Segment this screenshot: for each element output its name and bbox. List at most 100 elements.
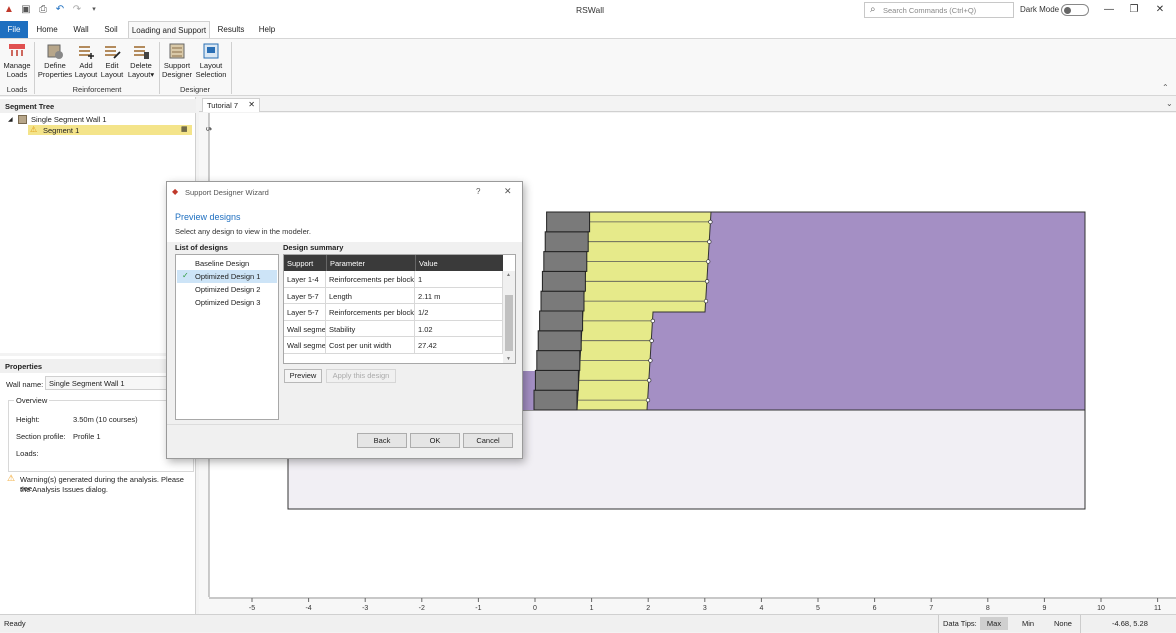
tab-loading-and-support[interactable]: Loading and Support: [128, 21, 210, 38]
x-tick-label: 7: [929, 605, 933, 612]
preview-designs-subheading: Select any design to view in the modeler…: [175, 227, 311, 236]
dialog-help-button[interactable]: ?: [476, 187, 480, 196]
undo-icon[interactable]: ↶: [54, 4, 66, 16]
maximize-icon[interactable]: ❐: [1122, 2, 1146, 18]
scroll-down-icon[interactable]: ▼: [506, 356, 511, 362]
collapse-ribbon-icon[interactable]: ⌃: [1162, 83, 1169, 92]
preview-button[interactable]: Preview: [284, 369, 322, 383]
delete-layout-button[interactable]: Delete Layout▾: [126, 42, 156, 79]
x-tick-label: -4: [305, 605, 311, 612]
tab-list-dropdown-icon[interactable]: ⌄: [1166, 99, 1173, 108]
dialog-app-icon: ◆: [172, 187, 179, 196]
layout-selection-icon: [203, 43, 219, 59]
scroll-up-icon[interactable]: ▲: [506, 272, 511, 278]
design-item-baseline[interactable]: Baseline Design: [177, 257, 277, 270]
close-tab-icon[interactable]: ✕: [248, 100, 255, 109]
height-value: 3.50m (10 courses): [73, 415, 138, 424]
apply-design-button[interactable]: Apply this design: [326, 369, 396, 383]
x-tick-label: 6: [873, 605, 877, 612]
x-tick-label: 8: [986, 605, 990, 612]
wall-block[interactable]: [544, 231, 589, 253]
cancel-button[interactable]: Cancel: [463, 433, 513, 448]
tab-file[interactable]: File: [0, 21, 28, 38]
tab-soil[interactable]: Soil: [98, 21, 124, 38]
support-designer-button[interactable]: Support Designer: [162, 42, 192, 79]
reinforcement-end-point[interactable]: [648, 358, 653, 363]
segment-tree-title: Segment Tree: [0, 99, 196, 113]
delete-layout-dropdown-icon[interactable]: ▾: [150, 70, 154, 79]
tree-segment-item[interactable]: Segment 1: [43, 126, 79, 135]
data-tips-none-button[interactable]: None: [1054, 619, 1072, 628]
table-vertical-scrollbar[interactable]: ▲ ▼: [503, 271, 515, 363]
table-cell: Reinforcements per block: [326, 304, 415, 321]
tab-results[interactable]: Results: [214, 21, 248, 38]
design-item-optimized-2[interactable]: Optimized Design 2: [177, 283, 277, 296]
document-tab[interactable]: Tutorial 7 ✕: [202, 98, 260, 112]
layout-selection-button[interactable]: Layout Selection: [194, 42, 228, 79]
redo-icon[interactable]: ↷: [71, 4, 83, 16]
cursor-coordinates: -4.68, 5.28: [1112, 619, 1148, 628]
tab-wall[interactable]: Wall: [66, 21, 96, 38]
manage-loads-icon: [9, 44, 25, 56]
section-profile-label: Section profile:: [16, 432, 66, 441]
reinforcement-end-point[interactable]: [708, 219, 713, 225]
wall-block[interactable]: [534, 369, 579, 391]
edit-layout-button[interactable]: Edit Layout: [100, 42, 124, 79]
wall-block[interactable]: [541, 270, 586, 292]
ribbon: Manage Loads Loads Define Properties Add…: [0, 38, 1176, 96]
table-cell: Reinforcements per block: [326, 271, 415, 288]
back-button[interactable]: Back: [357, 433, 407, 448]
close-window-icon[interactable]: ✕: [1148, 2, 1172, 18]
search-commands-input[interactable]: ⌕ Search Commands (Ctrl+Q): [864, 2, 1014, 18]
wall-block[interactable]: [536, 350, 581, 371]
scrollbar-thumb[interactable]: [505, 295, 513, 351]
wall-block[interactable]: [540, 290, 585, 312]
support-designer-label-2: Designer: [162, 69, 193, 79]
design-list[interactable]: Baseline Design ✓ Optimized Design 1 Opt…: [175, 254, 279, 420]
design-item-optimized-1[interactable]: ✓ Optimized Design 1: [177, 270, 277, 283]
x-tick-label: 5: [816, 605, 820, 612]
ribbon-separator: [231, 42, 232, 94]
reinforcement-end-point[interactable]: [650, 318, 655, 324]
manage-loads-button[interactable]: Manage Loads: [3, 42, 31, 79]
wall-block[interactable]: [539, 310, 584, 332]
ok-button[interactable]: OK: [410, 433, 460, 448]
design-item-optimized-3[interactable]: Optimized Design 3: [177, 296, 277, 309]
loads-label: Loads:: [16, 449, 39, 458]
data-tips-min-button[interactable]: Min: [1022, 619, 1034, 628]
status-bar: Ready Data Tips: Max Min None -4.68, 5.2…: [0, 614, 1176, 633]
reinforcement-end-point[interactable]: [704, 279, 710, 284]
reinforcement-end-point[interactable]: [703, 298, 709, 304]
reinforcement-end-point[interactable]: [706, 259, 711, 264]
column-header-parameter: Parameter: [326, 255, 415, 271]
column-header-support: Support: [284, 255, 326, 271]
wall-block[interactable]: [543, 251, 588, 272]
dialog-close-icon[interactable]: ✕: [504, 186, 512, 197]
quick-access-dropdown-icon[interactable]: ▾: [88, 4, 100, 16]
reinforcement-end-point[interactable]: [707, 239, 712, 244]
reinforcement-end-point[interactable]: [647, 378, 652, 383]
tree-expand-icon[interactable]: ◢: [8, 116, 13, 123]
preview-designs-heading: Preview designs: [175, 212, 241, 222]
segment-status-icon: ▦: [181, 126, 188, 133]
dark-mode-toggle[interactable]: [1061, 4, 1089, 16]
design-summary-table[interactable]: Support Parameter Value Layer 1-4 Reinfor…: [283, 254, 516, 364]
wall-block[interactable]: [546, 211, 591, 233]
add-layout-button[interactable]: Add Layout: [74, 42, 98, 79]
tab-home[interactable]: Home: [32, 21, 62, 38]
dark-mode-label: Dark Mode: [1020, 5, 1060, 14]
data-tips-max-button[interactable]: Max: [980, 617, 1008, 630]
reinforcement-end-point[interactable]: [649, 338, 654, 343]
support-designer-icon: [169, 43, 185, 59]
data-tips-label: Data Tips:: [943, 619, 977, 628]
wall-block[interactable]: [533, 389, 578, 411]
tab-help[interactable]: Help: [253, 21, 281, 38]
save-icon[interactable]: ▣: [20, 4, 32, 16]
tree-root-item[interactable]: Single Segment Wall 1: [31, 115, 107, 124]
wall-block[interactable]: [537, 330, 582, 352]
minimize-icon[interactable]: —: [1097, 2, 1121, 18]
print-icon[interactable]: ⎙: [37, 4, 49, 16]
delete-layout-icon: [134, 46, 149, 59]
reinforcement-end-point[interactable]: [645, 397, 651, 403]
define-properties-button[interactable]: Define Properties: [37, 42, 73, 79]
